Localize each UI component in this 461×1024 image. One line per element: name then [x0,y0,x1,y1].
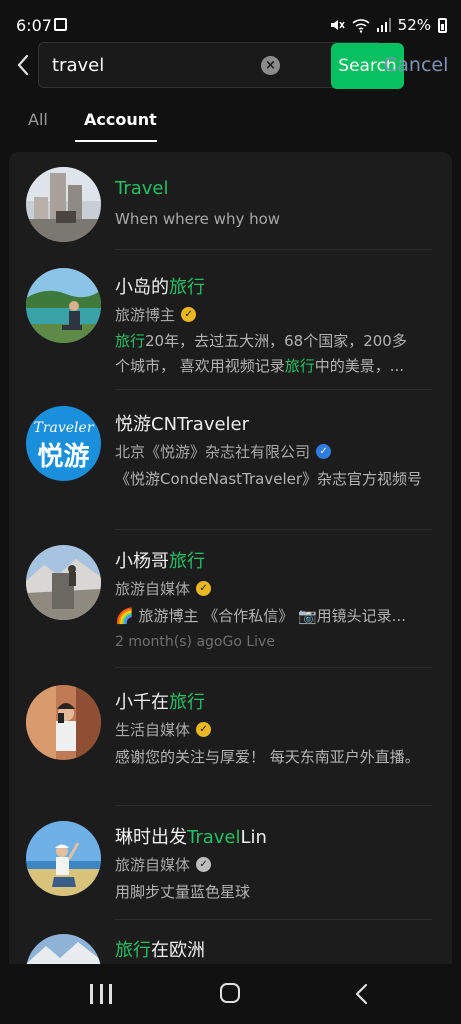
list-item[interactable]: 旅行在欧洲 [9,920,452,964]
cancel-button[interactable]: Cancel [384,54,448,76]
account-results-list: Travel When where why how 小岛的旅行 旅游博主 ✓ 旅行… [9,152,452,964]
certified-badge-icon: ✓ [181,307,197,322]
account-title: 悦游CNTraveler [115,414,250,435]
verified-badge-icon: ✓ [316,444,332,459]
account-subtitle: When where why how [115,210,281,228]
certified-badge-icon: ✓ [196,722,212,737]
tab-account[interactable]: Account [84,110,157,129]
tab-all[interactable]: All [28,110,48,129]
nav-back-icon[interactable] [352,982,372,1006]
search-query-text[interactable]: travel [52,55,104,76]
account-description: 感谢您的关注与厚爱！ 每天东南亚户外直播。 [115,748,420,766]
signal-icon [376,18,391,32]
account-description: 用脚步丈量蓝色星球 [115,883,251,901]
status-time: 6:07 [16,16,52,35]
avatar [26,545,101,620]
image-notification-icon [54,18,67,31]
list-item[interactable]: 小岛的旅行 旅游博主 ✓ 旅行20年，去过五大洲，68个国家，200多 个城市， … [9,250,452,390]
back-arrow-icon[interactable] [10,50,40,80]
account-subtitle: 旅游自媒体 ✓ [115,854,212,875]
mute-icon [330,20,345,30]
account-title: Travel [115,178,169,199]
account-subtitle: 旅游自媒体 ✓ [115,578,212,599]
account-subtitle: 旅游博主 ✓ [115,304,197,325]
account-title: 小岛的旅行 [115,277,205,298]
search-bar: travel × Search Cancel [0,42,461,90]
status-icons: 52% [329,16,447,34]
account-subtitle: 北京《悦游》杂志社有限公司 ✓ [115,441,332,462]
avatar: Traveler 悦游 [26,406,101,481]
battery-icon [438,17,447,33]
avatar [26,268,101,343]
avatar [26,934,101,964]
list-item[interactable]: 小杨哥旅行 旅游自媒体 ✓ 🌈 旅游博主 《合作私信》 📷用镜头记录... 2 m… [9,530,452,668]
list-item[interactable]: 琳时出发TravelLin 旅游自媒体 ✓ 用脚步丈量蓝色星球 [9,806,452,920]
avatar [26,167,101,242]
clear-icon[interactable]: × [261,56,280,75]
list-item[interactable]: 小千在旅行 生活自媒体 ✓ 感谢您的关注与厚爱！ 每天东南亚户外直播。 [9,668,452,806]
account-description: 旅行20年，去过五大洲，68个国家，200多 个城市， 喜欢用视频记录旅行中的美… [115,332,407,375]
account-title: 旅行在欧洲 [115,940,205,961]
account-description: 《悦游CondeNastTraveler》杂志官方视频号 [115,470,423,488]
account-title: 琳时出发TravelLin [115,827,267,848]
account-title: 小杨哥旅行 [115,551,205,572]
account-meta: 2 month(s) agoGo Live [115,634,275,650]
avatar [26,821,101,896]
wifi-icon [352,18,370,33]
account-subtitle: 生活自媒体 ✓ [115,719,212,740]
account-title: 小千在旅行 [115,692,205,713]
list-item[interactable]: Travel When where why how [9,152,452,250]
home-icon[interactable] [220,983,240,1003]
account-description: 🌈 旅游博主 《合作私信》 📷用镜头记录... [115,607,406,625]
avatar [26,685,101,760]
result-tabs: All Account [0,100,461,144]
certified-badge-icon: ✓ [196,857,212,872]
recent-apps-icon[interactable] [90,984,112,1004]
search-input[interactable]: travel × Search [38,42,404,89]
status-bar: 6:07 52% [0,0,461,40]
certified-badge-icon: ✓ [196,581,212,596]
system-nav-bar [0,964,461,1024]
list-item[interactable]: Traveler 悦游 悦游CNTraveler 北京《悦游》杂志社有限公司 ✓ … [9,390,452,530]
active-tab-indicator [75,140,157,142]
battery-percent: 52% [397,16,431,34]
